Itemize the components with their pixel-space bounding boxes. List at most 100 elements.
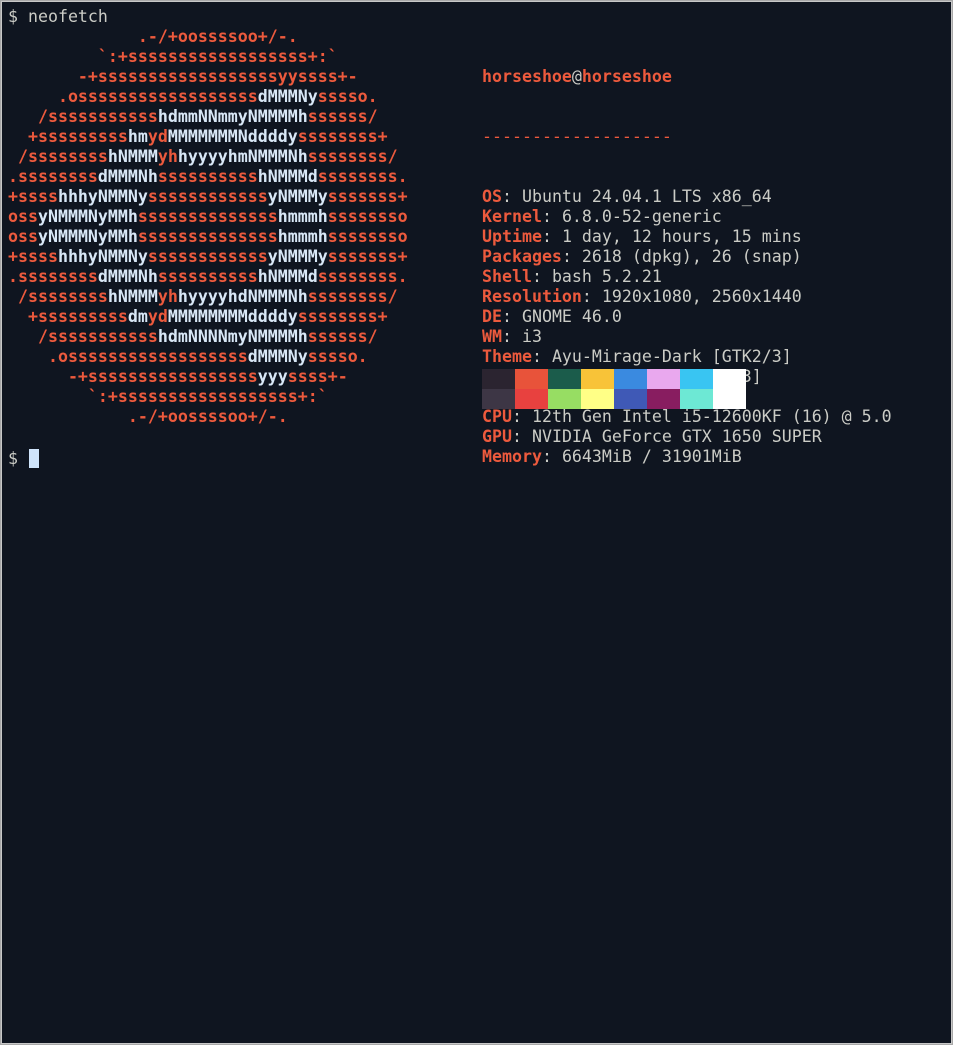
logo-segment: ssssssssssss — [147, 247, 268, 266]
logo-segment: yd — [147, 127, 168, 146]
info-colon: : — [541, 447, 562, 466]
info-value: 12th Gen Intel i5-12600KF (16) @ 5.0 — [531, 407, 892, 426]
info-key: Uptime — [482, 227, 542, 246]
logo-line: .ssssssssdMMMNhsssssssssshNMMMdssssssss. — [8, 267, 448, 287]
logo-segment: yNMMMNyMMh — [37, 207, 138, 226]
logo-segment: .ssssssss — [8, 167, 98, 186]
prompt-symbol: $ — [8, 449, 28, 468]
color-swatch — [713, 389, 746, 409]
color-swatch — [548, 369, 581, 389]
info-row-uptime: Uptime: 1 day, 12 hours, 15 mins — [482, 227, 892, 247]
logo-segment: oss — [8, 207, 38, 226]
hostname: horseshoe — [581, 67, 672, 86]
logo-segment: sssso. — [307, 347, 438, 366]
logo-segment: ssssssso — [327, 207, 448, 226]
info-colon: : — [501, 187, 522, 206]
info-value: NVIDIA GeForce GTX 1650 SUPER — [531, 427, 822, 446]
logo-segment: ssssssssss — [157, 167, 258, 186]
info-key: Resolution — [482, 287, 582, 306]
info-row-de: DE: GNOME 46.0 — [482, 307, 892, 327]
logo-segment: hmmmh — [277, 227, 328, 246]
logo-segment: yNMMMy — [267, 247, 328, 266]
logo-segment: +sssssssss — [8, 307, 128, 326]
logo-segment: dm — [127, 307, 148, 326]
logo-line: +ssssssssshmydMMMMMMMNddddyssssssss+ — [8, 127, 448, 147]
info-value: i3 — [521, 327, 542, 346]
color-swatch — [581, 369, 614, 389]
logo-segment: dMMMNh — [97, 267, 158, 286]
info-value: 1 day, 12 hours, 15 mins — [561, 227, 802, 246]
color-swatch — [482, 389, 515, 409]
logo-line: ossyNMMMNyMMhsssssssssssssshmmmhssssssso — [8, 227, 448, 247]
logo-segment: ssssssssss — [157, 267, 258, 286]
logo-segment: /sssssssssss — [8, 107, 158, 126]
info-colon: : — [541, 227, 562, 246]
color-swatch — [680, 389, 713, 409]
logo-segment: dMMMNy — [257, 87, 318, 106]
info-value: 1920x1080, 2560x1440 — [601, 287, 802, 306]
logo-line: ossyNMMMNyMMhsssssssssssssshmmmhssssssso — [8, 207, 448, 227]
info-row-cpu: CPU: 12th Gen Intel i5-12600KF (16) @ 5.… — [482, 407, 892, 427]
color-swatch — [680, 369, 713, 389]
logo-line: /sssssssshNMMMyhhyyyyhmNMMMNhssssssss/ — [8, 147, 448, 167]
info-key: DE — [482, 307, 502, 326]
logo-segment: `:+ssssssssssssssssss+:` — [8, 47, 448, 66]
logo-segment: hyyyyhmNMMMNh — [177, 147, 308, 166]
info-key: Packages — [482, 247, 562, 266]
logo-segment: +ssss — [8, 247, 58, 266]
logo-segment: ssssssssssssss — [137, 207, 278, 226]
info-colon: : — [581, 287, 602, 306]
logo-line: /ssssssssssshdmNNNNmyNMMMMhssssss/ — [8, 327, 448, 347]
color-swatch — [548, 389, 581, 409]
logo-segment: yNMMMy — [267, 187, 328, 206]
color-swatch — [482, 369, 515, 389]
logo-line: .ossssssssssssssssssdMMMNysssso. — [8, 347, 448, 367]
logo-segment: hNMMMd — [257, 167, 318, 186]
logo-segment: ssssssssssssss — [137, 227, 278, 246]
info-colon: : — [541, 207, 562, 226]
logo-segment: ssssssss. — [317, 167, 448, 186]
info-key: Memory — [482, 447, 542, 466]
terminal-body[interactable]: $ neofetch .-/+oossssoo+/-. `:+sssssssss… — [2, 2, 951, 1043]
info-key: WM — [482, 327, 502, 346]
command-text: neofetch — [27, 7, 108, 26]
active-prompt-line[interactable]: $ — [8, 449, 39, 469]
logo-segment: ssssssss+ — [297, 127, 438, 146]
logo-line: /sssssssshNMMMyhhyyyyhdNMMMNhssssssss/ — [8, 287, 448, 307]
info-colon: : — [501, 327, 522, 346]
logo-segment: sssssss+ — [327, 247, 448, 266]
logo-line: .-/+oossssoo+/-. — [8, 27, 448, 47]
info-colon: : — [511, 427, 532, 446]
color-swatch — [614, 369, 647, 389]
logo-line: .ossssssssssssssssssdMMMNysssso. — [8, 87, 448, 107]
logo-segment: ssssss/ — [307, 107, 438, 126]
terminal-window[interactable]: $ neofetch .-/+oossssoo+/-. `:+sssssssss… — [1, 1, 952, 1044]
logo-line: +sssssssssdmydMMMMMMMMddddyssssssss+ — [8, 307, 448, 327]
logo-segment: .-/+oossssoo+/-. — [8, 407, 438, 426]
logo-segment: hNMMM — [107, 287, 158, 306]
color-swatch — [581, 389, 614, 409]
color-swatch — [647, 369, 680, 389]
info-key: GPU — [482, 427, 512, 446]
logo-segment: +sssssssss — [8, 127, 128, 146]
color-swatch — [515, 389, 548, 409]
logo-segment: hhhyNMMNy — [57, 187, 148, 206]
logo-segment: yd — [147, 307, 168, 326]
logo-segment: +ssss — [8, 187, 58, 206]
color-swatch — [647, 389, 680, 409]
info-colon: : — [561, 247, 582, 266]
prompt-symbol: $ — [8, 7, 28, 26]
color-swatch — [713, 369, 746, 389]
info-value: 6.8.0-52-generic — [561, 207, 722, 226]
info-colon: : — [501, 307, 522, 326]
at-sign: @ — [571, 67, 582, 86]
info-colon: : — [531, 347, 552, 366]
info-key: Kernel — [482, 207, 542, 226]
color-palette — [482, 369, 746, 409]
info-value: bash 5.2.21 — [551, 267, 662, 286]
logo-segment: dMMMNh — [97, 167, 158, 186]
color-swatch — [515, 369, 548, 389]
info-row-os: OS: Ubuntu 24.04.1 LTS x86_64 — [482, 187, 892, 207]
logo-segment: ssssssss+ — [297, 307, 438, 326]
logo-segment: dMMMNy — [247, 347, 308, 366]
